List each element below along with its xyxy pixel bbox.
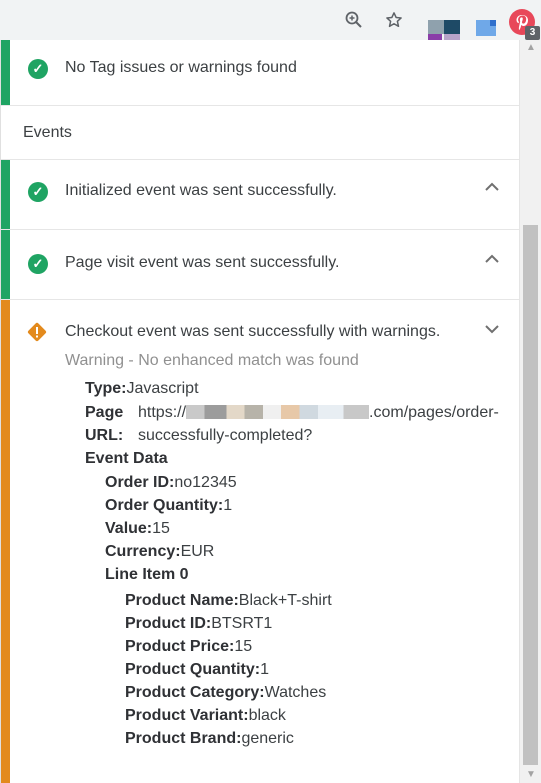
detail-order-quantity: Order Quantity:1 (105, 497, 233, 514)
detail-value: Value:15 (105, 520, 170, 537)
detail-line-item-label: Line Item 0 (105, 566, 189, 583)
event-text: Checkout event was sent successfully wit… (65, 323, 441, 340)
warning-diamond-icon (26, 321, 48, 343)
detail-product-brand: Product Brand:generic (125, 730, 294, 747)
event-row-initialized[interactable]: ✓ Initialized event was sent successfull… (1, 160, 520, 230)
check-circle-icon: ✓ (28, 182, 48, 202)
detail-page-url-value: https://.com/pages/order- (138, 404, 499, 421)
detail-event-data-label: Event Data (85, 450, 168, 467)
tag-status-row: ✓ No Tag issues or warnings found (1, 40, 520, 106)
notification-badge: 3 (525, 26, 540, 40)
check-circle-icon: ✓ (28, 254, 48, 274)
scroll-up-arrow-icon[interactable]: ▲ (520, 40, 541, 56)
event-row-page-visit[interactable]: ✓ Page visit event was sent successfully… (1, 230, 520, 300)
success-stripe (1, 40, 10, 105)
browser-toolbar: 3 (0, 0, 541, 41)
detail-page-url-value-2: successfully-completed? (138, 427, 313, 444)
tag-status-text: No Tag issues or warnings found (65, 59, 297, 76)
success-stripe (1, 230, 10, 299)
detail-product-variant: Product Variant:black (125, 707, 286, 724)
chevron-up-icon[interactable] (483, 178, 501, 196)
tag-helper-panel: ✓ No Tag issues or warnings found Events… (0, 40, 520, 783)
check-circle-icon: ✓ (28, 59, 48, 79)
detail-currency: Currency:EUR (105, 543, 215, 560)
detail-product-price: Product Price:15 (125, 638, 253, 655)
chevron-up-icon[interactable] (483, 250, 501, 268)
bookmark-star-icon[interactable] (384, 10, 404, 30)
detail-product-name: Product Name:Black+T-shirt (125, 592, 332, 609)
warning-message: Warning - No enhanced match was found (65, 352, 359, 369)
detail-product-category: Product Category:Watches (125, 684, 327, 701)
detail-page-url-label-2: URL: (85, 427, 124, 444)
detail-product-quantity: Product Quantity:1 (125, 661, 270, 678)
detail-product-id: Product ID:BTSRT1 (125, 615, 273, 632)
events-header: Events (1, 106, 520, 160)
event-text: Initialized event was sent successfully. (65, 182, 337, 199)
scrollbar[interactable]: ▲ ▼ (519, 40, 541, 783)
detail-order-id: Order ID:no12345 (105, 474, 237, 491)
event-row-checkout[interactable]: Checkout event was sent successfully wit… (1, 300, 520, 783)
chevron-down-icon[interactable] (483, 320, 501, 338)
detail-type: Type:Javascript (85, 380, 199, 397)
scroll-down-arrow-icon[interactable]: ▼ (520, 767, 541, 783)
redacted-domain (186, 405, 370, 419)
warning-stripe (1, 300, 10, 783)
success-stripe (1, 160, 10, 229)
extension-icon[interactable] (476, 20, 496, 36)
events-title: Events (23, 124, 72, 141)
extension-icon[interactable] (428, 20, 460, 40)
zoom-icon[interactable] (344, 10, 364, 30)
scrollbar-thumb[interactable] (523, 225, 538, 765)
detail-page-url-label-1: Page (85, 404, 124, 421)
event-text: Page visit event was sent successfully. (65, 254, 340, 271)
